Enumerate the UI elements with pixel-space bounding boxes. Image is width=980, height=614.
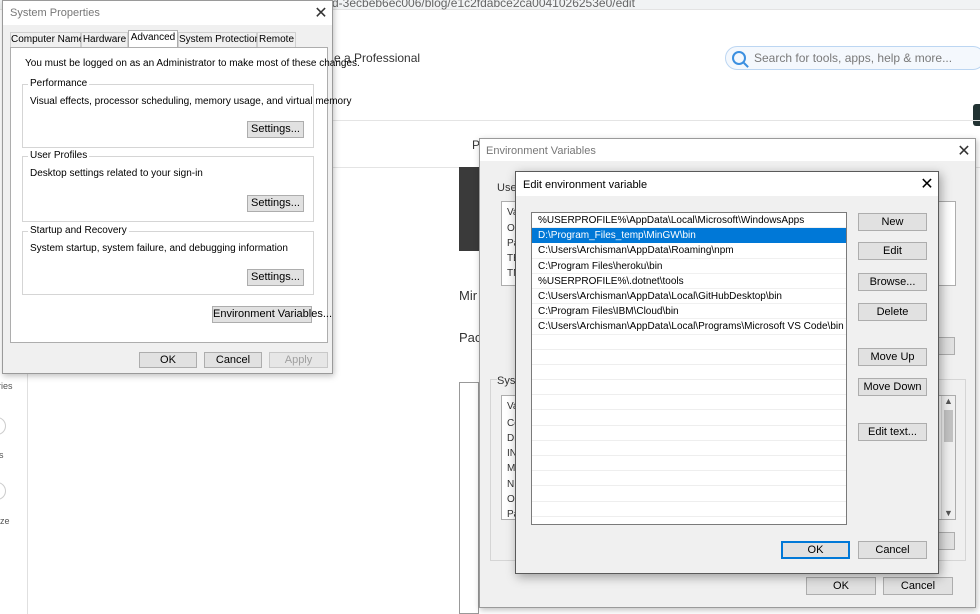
path-entry[interactable]: %USERPROFILE%\.dotnet\tools (532, 274, 846, 289)
sidebar-icon[interactable] (0, 417, 6, 435)
path-entry-empty[interactable] (532, 335, 846, 350)
titlebar: System Properties ✕ (3, 1, 332, 25)
move-up-button[interactable]: Move Up (858, 348, 927, 366)
dialog-title: System Properties (10, 7, 100, 19)
delete-button[interactable]: Delete (858, 303, 927, 321)
tab-advanced[interactable]: Advanced (128, 30, 178, 48)
path-entry-selected[interactable]: D:\Program_Files_temp\MinGW\bin (532, 228, 846, 244)
dialog-title: Edit environment variable (523, 179, 648, 191)
path-entry[interactable]: %USERPROFILE%\AppData\Local\Microsoft\Wi… (532, 213, 846, 229)
path-entry[interactable]: C:\Users\Archisman\AppData\Local\GitHubD… (532, 289, 846, 305)
performance-settings-button[interactable]: Settings... (247, 121, 304, 138)
side-panel-button[interactable] (973, 104, 980, 126)
startup-recovery-settings-button[interactable]: Settings... (247, 269, 304, 286)
tab-hardware[interactable]: Hardware (81, 32, 128, 47)
cancel-button[interactable]: Cancel (883, 577, 953, 595)
environment-variables-button[interactable]: Environment Variables... (212, 306, 332, 323)
titlebar: Environment Variables ✕ (480, 139, 975, 161)
chevron-up-icon[interactable]: ▲ (944, 396, 953, 406)
path-entry[interactable]: C:\Users\Archisman\AppData\Roaming\npm (532, 243, 846, 259)
left-sidebar: ries s ize (0, 370, 27, 614)
path-entries-list[interactable]: %USERPROFILE%\AppData\Local\Microsoft\Wi… (531, 212, 847, 525)
site-search-input[interactable]: Search for tools, apps, help & more... (725, 46, 980, 70)
move-down-button[interactable]: Move Down (858, 378, 927, 396)
ok-button[interactable]: OK (781, 541, 850, 559)
group-label: User Profiles (28, 150, 90, 161)
path-entry-empty[interactable] (532, 395, 846, 411)
tab-computer-name[interactable]: Computer Name (10, 32, 84, 47)
path-entry-empty[interactable] (532, 502, 846, 517)
group-label: Performance (28, 78, 90, 89)
path-entry-empty[interactable] (532, 471, 846, 487)
apply-button[interactable]: Apply (269, 352, 328, 368)
group-description: System startup, system failure, and debu… (30, 243, 288, 254)
close-icon[interactable]: ✕ (953, 140, 975, 162)
path-entry-empty[interactable] (532, 426, 846, 441)
blog-thumbnail (459, 167, 479, 251)
system-properties-dialog: System Properties ✕ Computer Name Hardwa… (2, 0, 360, 374)
path-entry-empty[interactable] (532, 380, 846, 396)
chevron-down-icon[interactable]: ▼ (944, 508, 953, 518)
path-entry-empty[interactable] (532, 486, 846, 502)
search-icon (732, 51, 746, 65)
sidebar-label[interactable]: s (0, 450, 4, 460)
edit-environment-variable-dialog: Edit environment variable ✕ %USERPROFILE… (515, 171, 939, 574)
startup-recovery-group: Startup and Recovery System startup, sys… (22, 225, 314, 295)
page-heading-fragment: Mir (459, 288, 478, 303)
path-entry[interactable]: C:\Users\Archisman\AppData\Local\Program… (532, 319, 846, 335)
group-label: Startup and Recovery (28, 225, 129, 236)
path-entry[interactable]: C:\Program Files\IBM\Cloud\bin (532, 304, 846, 320)
user-profiles-group: User Profiles Desktop settings related t… (22, 150, 314, 222)
ok-button[interactable]: OK (139, 352, 197, 368)
close-icon[interactable]: ✕ (916, 173, 938, 195)
search-placeholder: Search for tools, apps, help & more... (754, 51, 953, 65)
browser-url[interactable]: d-3ecbeb6ec006/blog/e1c2fdabce2ca0041026… (332, 0, 635, 10)
edit-button[interactable]: Edit (858, 242, 927, 260)
new-button[interactable]: New (858, 213, 927, 231)
tab-system-protection[interactable]: System Protection (178, 32, 260, 47)
cancel-button[interactable]: Cancel (204, 352, 262, 368)
close-icon[interactable]: ✕ (310, 2, 332, 24)
group-description: Visual effects, processor scheduling, me… (30, 96, 352, 107)
advanced-tab-panel: You must be logged on as an Administrato… (10, 47, 360, 343)
path-entry-empty[interactable] (532, 441, 846, 456)
scrollbar-thumb[interactable] (944, 410, 953, 442)
admin-notice: You must be logged on as an Administrato… (25, 58, 360, 69)
performance-group: Performance Visual effects, processor sc… (22, 78, 351, 148)
sidebar-label[interactable]: ries (0, 381, 13, 391)
cancel-button[interactable]: Cancel (858, 541, 927, 559)
user-profiles-settings-button[interactable]: Settings... (247, 195, 304, 212)
path-entry-empty[interactable] (532, 350, 846, 365)
path-entry-empty[interactable] (532, 456, 846, 472)
sidebar-icon[interactable] (0, 482, 6, 500)
sidebar-label[interactable]: ize (0, 516, 10, 526)
group-description: Desktop settings related to your sign-in (30, 168, 203, 179)
titlebar: Edit environment variable ✕ (516, 172, 938, 196)
path-entry[interactable]: C:\Program Files\heroku\bin (532, 259, 846, 274)
dialog-title: Environment Variables (486, 145, 596, 157)
ok-button[interactable]: OK (806, 577, 876, 595)
edit-text-button[interactable]: Edit text... (858, 423, 927, 441)
blog-screenshot-image (459, 382, 479, 614)
scrollbar[interactable]: ▲ ▼ (941, 396, 955, 519)
divider (27, 370, 28, 614)
tab-remote[interactable]: Remote (257, 32, 296, 47)
path-entry-empty[interactable] (532, 410, 846, 426)
browse-button[interactable]: Browse... (858, 273, 927, 291)
path-entry-empty[interactable] (532, 365, 846, 381)
